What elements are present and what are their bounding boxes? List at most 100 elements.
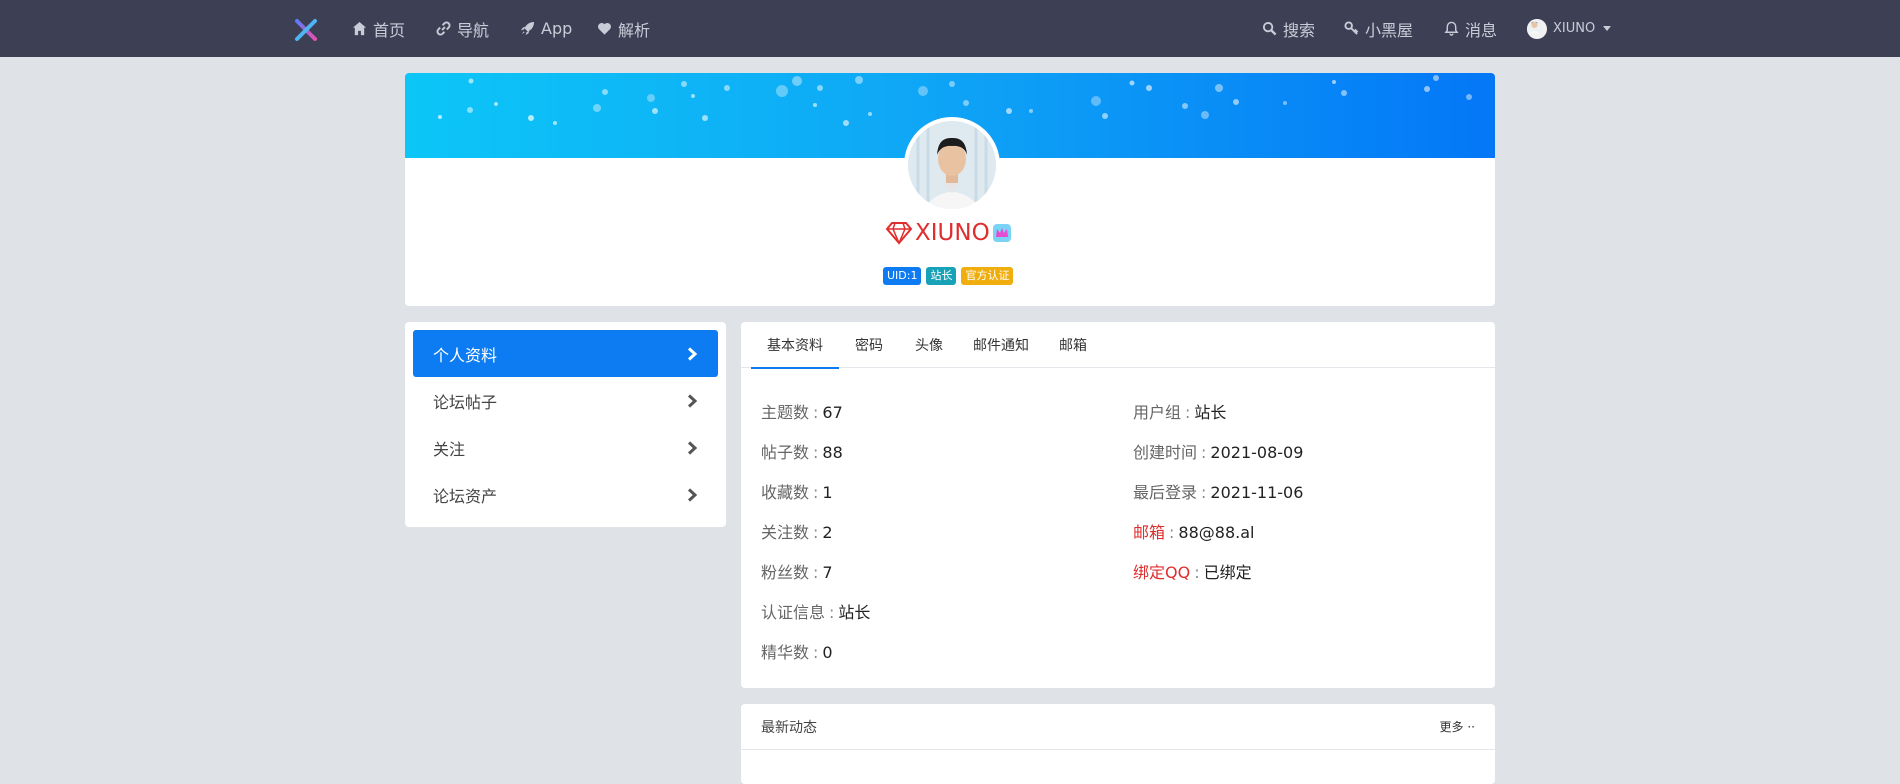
sidebar-item-label: 关注	[433, 439, 466, 459]
profile-tabs: 基本资料 密码 头像 邮件通知 邮箱	[741, 322, 1495, 369]
field-posts: 帖子数:88	[761, 439, 843, 463]
field-value: 2021-11-06	[1210, 483, 1304, 502]
more-link[interactable]: 更多 ··	[1440, 718, 1475, 735]
sidebar-item-label: 个人资料	[433, 345, 498, 365]
field-separator: :	[1194, 563, 1200, 582]
profile-badges: UID:1 站长 官方认证	[883, 267, 1014, 285]
field-separator: :	[1201, 443, 1207, 462]
field-following: 关注数:2	[761, 519, 833, 543]
field-value: 站长	[838, 603, 871, 622]
field-value: 1	[822, 483, 833, 502]
field-label: 邮箱	[1133, 523, 1166, 542]
sidebar-item-assets[interactable]: 论坛资产	[413, 471, 718, 518]
nav-blacklist-label: 小黑屋	[1365, 20, 1414, 40]
field-label: 主题数	[761, 403, 810, 422]
tab-email-notify[interactable]: 邮件通知	[959, 322, 1043, 368]
field-created-at: 创建时间:2021-08-09	[1133, 439, 1303, 463]
role-badge: 站长	[926, 267, 957, 285]
profile-username: XIUNO	[885, 219, 1012, 247]
sidebar-item-posts[interactable]: 论坛帖子	[413, 377, 718, 424]
field-label: 粉丝数	[761, 563, 810, 582]
nav-search[interactable]: 搜索	[1262, 0, 1315, 57]
field-value: 88@88.al	[1178, 523, 1255, 542]
chevron-right-icon	[687, 487, 698, 502]
sidebar-item-follow[interactable]: 关注	[413, 424, 718, 471]
field-label: 帖子数	[761, 443, 810, 462]
field-label: 用户组	[1133, 403, 1182, 422]
nav-parse-label: 解析	[618, 20, 651, 40]
nav-user-menu[interactable]: XIUNO	[1527, 0, 1612, 57]
user-avatar	[1527, 18, 1547, 39]
nav-messages-label: 消息	[1465, 20, 1498, 40]
verified-badge: 官方认证	[961, 267, 1014, 285]
field-label: 关注数	[761, 523, 810, 542]
field-label: 最后登录	[1133, 483, 1198, 502]
profile-sidebar-menu: 个人资料 论坛帖子 关注 论坛资产	[405, 322, 726, 527]
field-separator: :	[829, 603, 835, 622]
site-logo-icon[interactable]	[294, 18, 318, 42]
search-icon	[1262, 21, 1277, 36]
field-fans: 粉丝数:7	[761, 559, 833, 583]
nav-home[interactable]: 首页	[352, 0, 405, 57]
link-icon	[436, 21, 451, 36]
profile-info-card: 基本资料 密码 头像 邮件通知 邮箱 主题数:67 帖子数:88 收藏数:1 关…	[741, 322, 1495, 688]
field-email: 邮箱:88@88.al	[1133, 519, 1254, 543]
tab-avatar[interactable]: 头像	[899, 322, 959, 368]
nav-messages[interactable]: 消息	[1444, 0, 1497, 57]
top-navbar: 首页 导航 App 解析 搜索 小黑屋 消息 XIUNO	[0, 0, 1900, 57]
diamond-icon	[885, 222, 913, 245]
chevron-right-icon	[687, 346, 698, 361]
field-certification: 认证信息: 站长	[761, 599, 870, 623]
verified-crown-icon	[992, 224, 1011, 242]
field-value: 站长	[1194, 403, 1227, 422]
nav-parse[interactable]: 解析	[597, 0, 650, 57]
nav-app[interactable]: App	[520, 0, 572, 57]
sidebar-item-label: 论坛资产	[433, 486, 498, 506]
tab-basic-info[interactable]: 基本资料	[751, 322, 839, 369]
latest-activity-card: 最新动态 更多 ··	[741, 704, 1495, 784]
nav-app-label: App	[541, 19, 573, 38]
field-value: 67	[822, 403, 843, 422]
field-separator: :	[813, 523, 819, 542]
nav-home-label: 首页	[373, 20, 406, 40]
tab-email[interactable]: 邮箱	[1043, 322, 1103, 368]
rocket-icon	[520, 21, 535, 36]
field-label: 精华数	[761, 643, 810, 662]
field-value: 2021-08-09	[1210, 443, 1304, 462]
field-separator: :	[813, 443, 819, 462]
field-favorites: 收藏数:1	[761, 479, 833, 503]
field-separator: :	[1201, 483, 1207, 502]
profile-avatar[interactable]	[904, 117, 1000, 213]
heart-icon	[598, 22, 611, 35]
field-label: 收藏数	[761, 483, 810, 502]
key-icon	[1344, 21, 1359, 35]
username-text: XIUNO	[915, 220, 990, 246]
field-user-group: 用户组: 站长	[1133, 399, 1226, 423]
sidebar-item-label: 论坛帖子	[433, 392, 498, 412]
chevron-right-icon	[687, 393, 698, 408]
field-label: 认证信息	[761, 603, 826, 622]
avatar-photo	[908, 121, 996, 209]
field-separator: :	[1185, 403, 1191, 422]
nav-guide-label: 导航	[457, 20, 490, 40]
field-value: 已绑定	[1203, 563, 1252, 582]
nav-blacklist[interactable]: 小黑屋	[1344, 0, 1413, 57]
tab-password[interactable]: 密码	[839, 322, 899, 368]
field-essence: 精华数:0	[761, 639, 833, 663]
field-value: 7	[822, 563, 833, 582]
field-label: 绑定QQ	[1133, 563, 1191, 582]
chevron-right-icon	[687, 440, 698, 455]
bell-icon	[1444, 21, 1459, 36]
field-bind-qq: 绑定QQ: 已绑定	[1133, 559, 1252, 583]
field-topics: 主题数:67	[761, 399, 843, 423]
sidebar-item-profile[interactable]: 个人资料	[413, 330, 718, 377]
field-separator: :	[813, 643, 819, 662]
uid-badge: UID:1	[883, 267, 922, 285]
chevron-down-icon	[1603, 26, 1612, 31]
field-value: 2	[822, 523, 833, 542]
field-separator: :	[813, 483, 819, 502]
nav-search-label: 搜索	[1283, 20, 1316, 40]
home-icon	[352, 21, 367, 36]
nav-guide[interactable]: 导航	[436, 0, 489, 57]
field-separator: :	[813, 403, 819, 422]
